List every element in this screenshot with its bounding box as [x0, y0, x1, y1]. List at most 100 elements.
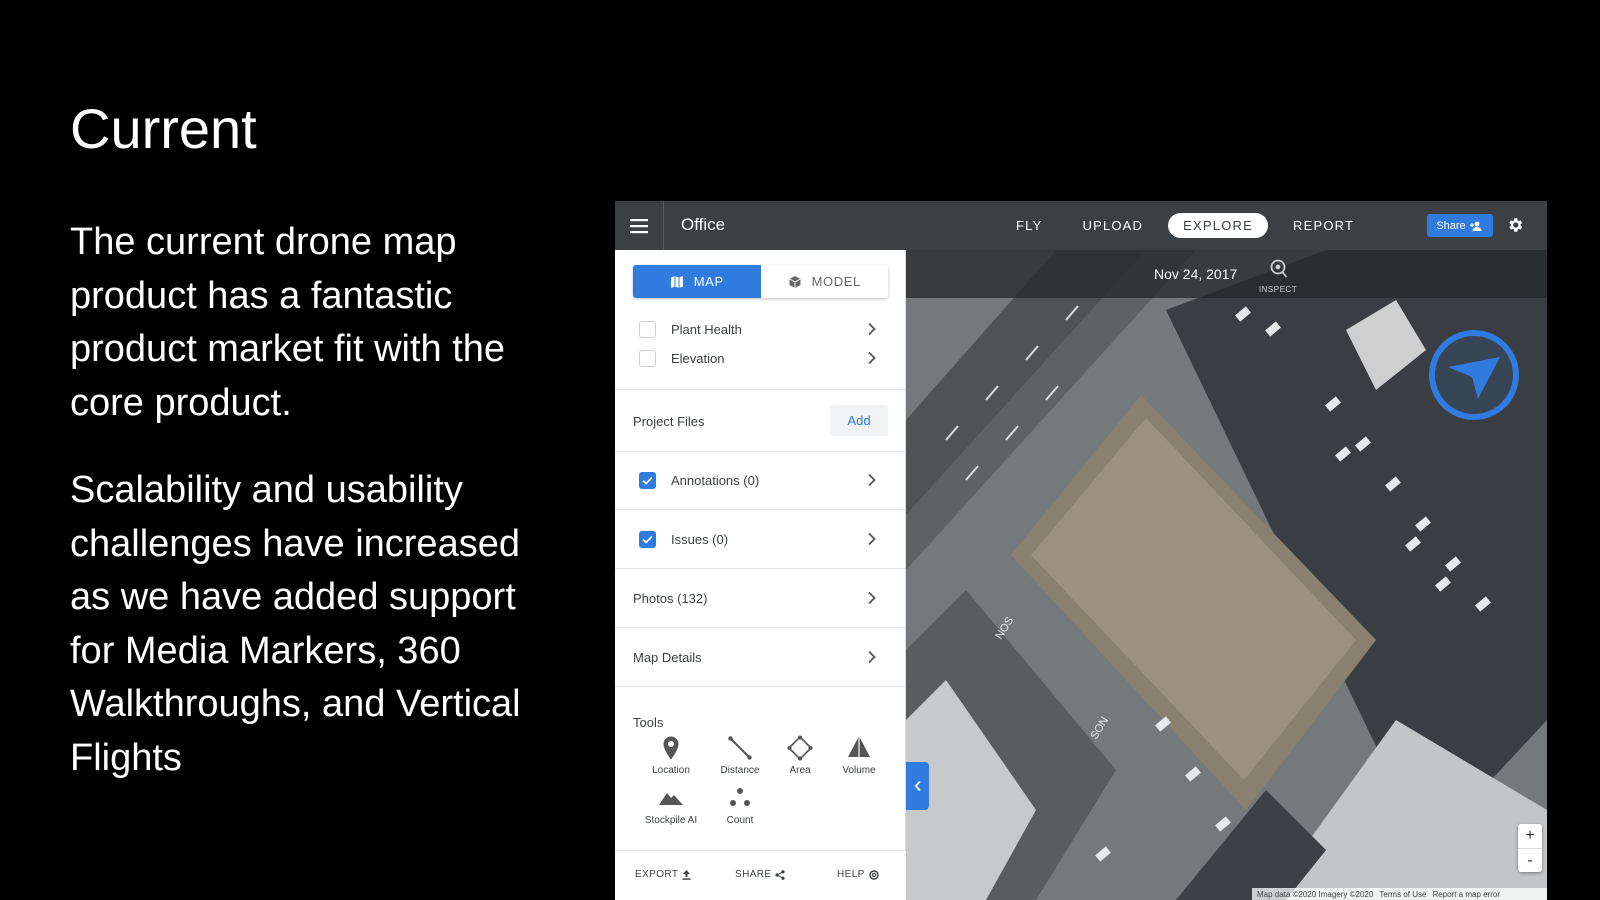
zoom-in-button[interactable]: +	[1518, 824, 1542, 848]
elevation-checkbox[interactable]	[639, 349, 656, 367]
project-title: Office	[681, 215, 726, 234]
tab-explore[interactable]: EXPLORE	[1168, 213, 1268, 238]
add-user-icon	[1469, 221, 1482, 231]
slide-paragraph-1: The current drone map product has a fant…	[70, 221, 506, 424]
map-canvas[interactable]: NOS SON Nov 24, 2017 INSPECT + - Map dat…	[906, 250, 1547, 900]
settings-button[interactable]	[1505, 215, 1525, 235]
map-attribution: Map data ©2020 Imagery ©2020 Terms of Us…	[1252, 888, 1547, 900]
issues-label: Issues (0)	[671, 531, 729, 547]
annotations-checkbox[interactable]	[639, 471, 656, 489]
checkmark-icon	[642, 476, 653, 485]
sidebar: MAP MODEL Plant Health Elevation Project…	[615, 250, 906, 900]
distance-tool-label: Distance	[720, 765, 760, 776]
help-button[interactable]: HELP	[837, 869, 879, 880]
map-details-label: Map Details	[633, 649, 702, 665]
divider	[615, 568, 906, 569]
share-icon	[775, 869, 786, 880]
cube-icon	[788, 275, 801, 288]
checkmark-icon	[642, 535, 653, 544]
add-file-button[interactable]: Add	[830, 405, 888, 436]
tab-upload[interactable]: UPLOAD	[1067, 213, 1158, 238]
zoom-controls: + -	[1518, 824, 1542, 872]
elevation-label: Elevation	[671, 350, 725, 366]
help-label: HELP	[837, 869, 865, 880]
slide-body: The current drone map product has a fant…	[70, 216, 560, 819]
chevron-right-icon	[868, 650, 876, 664]
layer-plant-health[interactable]: Plant Health	[615, 315, 906, 343]
plant-health-checkbox[interactable]	[639, 320, 656, 338]
map-date-bar: Nov 24, 2017 INSPECT	[906, 250, 1547, 298]
issues-row[interactable]: Issues (0)	[615, 525, 906, 553]
inspect-icon	[1270, 259, 1288, 278]
divider	[615, 509, 906, 510]
location-pin-icon	[663, 736, 679, 760]
tab-report[interactable]: REPORT	[1278, 213, 1369, 238]
export-button[interactable]: EXPORT	[635, 869, 691, 880]
location-tool-label: Location	[652, 765, 690, 776]
sidebar-footer: EXPORT SHARE HELP	[615, 850, 906, 900]
project-files-section: Project Files Add	[615, 390, 906, 451]
divider	[615, 451, 906, 452]
stockpile-ai-tool-label: Stockpile AI	[644, 815, 698, 826]
view-toggle: MAP MODEL	[633, 265, 888, 298]
divider	[615, 686, 906, 687]
pyramid-icon	[848, 736, 870, 757]
map-icon	[670, 275, 683, 288]
photos-row[interactable]: Photos (132)	[615, 584, 906, 612]
model-view-button[interactable]: MODEL	[760, 265, 888, 298]
tab-fly[interactable]: FLY	[1001, 213, 1057, 238]
main-nav: FLY UPLOAD EXPLORE REPORT	[1001, 213, 1369, 238]
zoom-out-button[interactable]: -	[1518, 848, 1542, 872]
inspect-button[interactable]: INSPECT	[1256, 258, 1300, 294]
lifebuoy-icon	[869, 869, 879, 880]
share-button-label: Share	[1436, 219, 1466, 232]
chevron-right-icon	[868, 532, 876, 546]
slide-paragraph-2: Scalability and usability challenges hav…	[70, 469, 521, 779]
inspect-label: INSPECT	[1258, 285, 1298, 294]
map-details-row[interactable]: Map Details	[615, 643, 906, 671]
chevron-left-icon	[914, 780, 921, 792]
annotations-row[interactable]: Annotations (0)	[615, 466, 906, 494]
mountain-icon	[659, 793, 683, 805]
gear-icon	[1509, 218, 1523, 232]
issues-checkbox[interactable]	[639, 530, 656, 548]
location-tool[interactable]: Location	[636, 735, 706, 776]
stockpile-ai-tool[interactable]: Stockpile AI	[636, 785, 706, 826]
model-view-label: MODEL	[811, 274, 861, 289]
tools-heading: Tools	[633, 715, 664, 730]
slide-title: Current	[70, 97, 257, 160]
map-view-button[interactable]: MAP	[633, 265, 761, 298]
annotations-label: Annotations (0)	[671, 472, 760, 488]
street-label-2: SON	[1088, 715, 1111, 742]
app-window: Office FLY UPLOAD EXPLORE REPORT Share M…	[615, 201, 1547, 900]
attribution-map-data: Map data ©2020 Imagery ©2020	[1257, 889, 1374, 899]
layer-elevation[interactable]: Elevation	[615, 344, 906, 372]
polygon-icon	[787, 735, 813, 761]
photos-label: Photos (132)	[633, 590, 708, 606]
volume-tool[interactable]: Volume	[824, 735, 894, 776]
menu-button[interactable]	[615, 201, 664, 250]
street-label-1: NOS	[993, 615, 1016, 642]
count-tool-label: Count	[726, 815, 754, 826]
drone-compass-icon	[1429, 330, 1519, 420]
chevron-right-icon	[868, 351, 876, 365]
ruler-line-icon	[728, 736, 752, 760]
chevron-right-icon	[868, 322, 876, 336]
share-footer-label: SHARE	[735, 869, 772, 880]
attribution-terms-link[interactable]: Terms of Use	[1379, 890, 1426, 899]
collapse-sidebar-button[interactable]	[906, 762, 929, 810]
map-view-label: MAP	[693, 274, 724, 289]
export-label: EXPORT	[635, 869, 679, 880]
area-tool-label: Area	[789, 765, 811, 776]
count-tool[interactable]: Count	[705, 785, 775, 826]
attribution-report-link[interactable]: Report a map error	[1432, 890, 1500, 899]
project-files-label: Project Files	[633, 414, 705, 429]
share-footer-button[interactable]: SHARE	[735, 869, 786, 880]
divider	[615, 627, 906, 628]
chevron-right-icon	[868, 473, 876, 487]
upload-icon	[682, 869, 691, 880]
top-bar: Office FLY UPLOAD EXPLORE REPORT Share	[615, 201, 1547, 250]
share-button[interactable]: Share	[1427, 214, 1493, 237]
capture-date: Nov 24, 2017	[1154, 266, 1238, 282]
dots-icon	[730, 788, 750, 806]
